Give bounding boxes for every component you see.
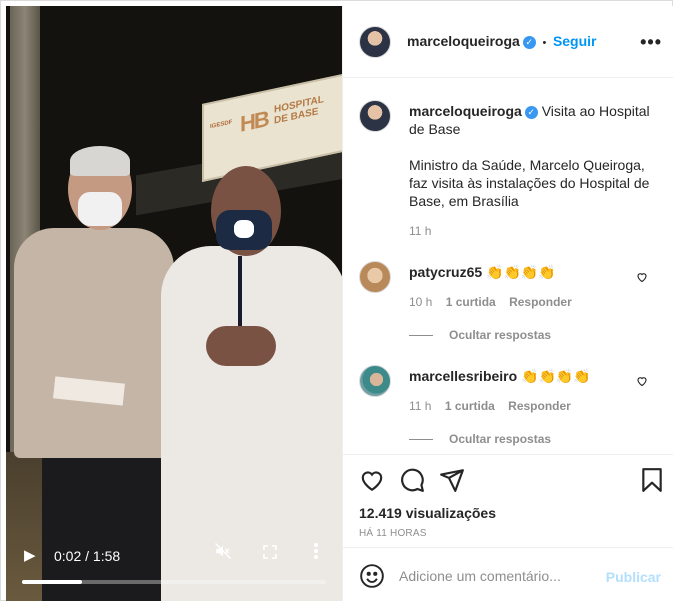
person-right-hands bbox=[206, 326, 276, 366]
video-time: 0:02 / 1:58 bbox=[54, 548, 121, 564]
comment-text-line: marcellesribeiro 👏👏👏👏 bbox=[409, 367, 591, 385]
comment-text: 👏👏👏👏 bbox=[486, 264, 556, 280]
video-progress-fill bbox=[22, 580, 82, 584]
person-right-lanyard bbox=[238, 256, 242, 336]
view-count[interactable]: 12.419 visualizações bbox=[359, 505, 496, 521]
video-controls: ▶ 0:02 / 1:58 bbox=[6, 542, 342, 601]
duration: 1:58 bbox=[92, 548, 121, 564]
comment-icon[interactable] bbox=[399, 467, 425, 493]
bookmark-icon[interactable] bbox=[639, 467, 665, 493]
post-side-panel: marceloqueiroga ✓ • Seguir ••• marceloque… bbox=[342, 6, 673, 601]
separator-dot: • bbox=[542, 37, 547, 49]
person-left-body bbox=[14, 228, 174, 458]
comment-input[interactable] bbox=[399, 560, 599, 592]
muted-speaker-icon[interactable] bbox=[214, 542, 232, 566]
reply-button[interactable]: Responder bbox=[509, 295, 572, 309]
caption-body: Ministro da Saúde, Marcelo Queiroga, faz… bbox=[409, 157, 650, 209]
video-progress-bar[interactable] bbox=[22, 580, 326, 584]
verified-badge-icon: ✓ bbox=[524, 106, 538, 119]
sign-name: HOSPITAL DE BASE bbox=[274, 94, 324, 127]
publish-button[interactable]: Publicar bbox=[606, 569, 661, 585]
comment-author[interactable]: patycruz65 bbox=[409, 264, 482, 280]
heart-icon[interactable] bbox=[359, 467, 385, 493]
share-icon[interactable] bbox=[439, 467, 465, 493]
more-options-icon[interactable]: ••• bbox=[640, 32, 662, 53]
comment-likes[interactable]: 1 curtida bbox=[445, 399, 495, 413]
author-avatar[interactable] bbox=[359, 26, 391, 58]
post-header: marceloqueiroga ✓ • Seguir ••• bbox=[343, 6, 673, 78]
post-time[interactable]: HÁ 11 HORAS bbox=[359, 528, 427, 539]
person-right-mask bbox=[216, 210, 272, 250]
current-time: 0:02 bbox=[54, 548, 82, 564]
fullscreen-icon[interactable] bbox=[262, 544, 278, 566]
sign-org: IGESDF bbox=[210, 119, 233, 131]
caption-avatar[interactable] bbox=[359, 100, 391, 132]
person-left-hair bbox=[70, 146, 130, 176]
caption-author[interactable]: marceloqueiroga bbox=[409, 103, 522, 119]
follow-button[interactable]: Seguir bbox=[553, 33, 597, 49]
comment-text: 👏👏👏👏 bbox=[521, 368, 591, 384]
video-frame: IGESDF HB HOSPITAL DE BASE bbox=[6, 6, 342, 601]
video-player[interactable]: IGESDF HB HOSPITAL DE BASE ▶ 0:02 / 1:58 bbox=[6, 6, 342, 601]
commenter-avatar[interactable] bbox=[359, 365, 391, 397]
comment-composer: Publicar bbox=[343, 547, 673, 601]
reply-button[interactable]: Responder bbox=[508, 399, 571, 413]
emoji-icon[interactable] bbox=[359, 563, 385, 589]
play-icon[interactable]: ▶ bbox=[24, 546, 36, 566]
header-author-line: marceloqueiroga ✓ • Seguir bbox=[407, 33, 597, 49]
comment-time: 10 h bbox=[409, 295, 433, 309]
comment-time: 11 h bbox=[409, 399, 432, 413]
like-comment-icon[interactable] bbox=[636, 271, 648, 283]
hide-replies-button[interactable]: Ocultar respostas bbox=[409, 328, 551, 342]
comments-list: marceloqueiroga ✓ Visita ao Hospital de B… bbox=[343, 78, 673, 454]
comment-author[interactable]: marcellesribeiro bbox=[409, 368, 517, 384]
caption: marceloqueiroga ✓ Visita ao Hospital de B… bbox=[409, 102, 659, 210]
comment-likes[interactable]: 1 curtida bbox=[446, 295, 496, 309]
sign-logo: HB bbox=[240, 105, 268, 137]
post-dialog: IGESDF HB HOSPITALDE BASE ▶ 0:02 / 1:58 bbox=[0, 0, 673, 601]
verified-badge-icon: ✓ bbox=[522, 36, 536, 49]
comment-meta: 10 h 1 curtida Responder bbox=[409, 295, 572, 309]
post-actions: 12.419 visualizações HÁ 11 HORAS bbox=[343, 454, 673, 546]
commenter-avatar[interactable] bbox=[359, 261, 391, 293]
caption-time: 11 h bbox=[409, 224, 432, 238]
author-username[interactable]: marceloqueiroga bbox=[407, 33, 520, 49]
like-comment-icon[interactable] bbox=[636, 375, 648, 387]
comment-text-line: patycruz65 👏👏👏👏 bbox=[409, 263, 556, 281]
vertical-dots-icon[interactable] bbox=[312, 542, 320, 566]
hide-replies-button[interactable]: Ocultar respostas bbox=[409, 432, 551, 446]
person-left-mask bbox=[78, 192, 122, 226]
comment-meta: 11 h 1 curtida Responder bbox=[409, 399, 571, 413]
